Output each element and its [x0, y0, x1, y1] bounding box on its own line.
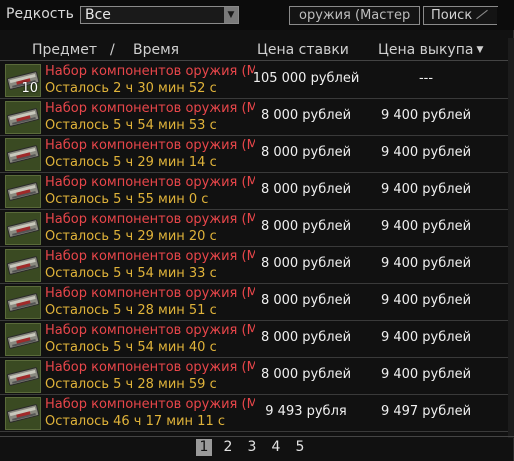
- bid-price: 8 000 рублей: [260, 293, 352, 308]
- time-left: Осталось 5 ч 28 мин 59 с: [45, 377, 217, 392]
- weapon-parts-kit-icon[interactable]: [5, 212, 41, 245]
- item-name[interactable]: Набор компонентов оружия (Мастер: [45, 397, 255, 412]
- bid-price: 8 000 рублей: [260, 367, 352, 382]
- column-header-separator: /: [110, 42, 115, 58]
- bid-price: 8 000 рублей: [260, 219, 352, 234]
- buyout-price: 9 400 рублей: [380, 367, 472, 382]
- item-name[interactable]: Набор компонентов оружия (Мастер: [45, 175, 255, 190]
- listing-row[interactable]: Набор компонентов оружия (Мастер Осталос…: [0, 321, 508, 358]
- footer-divider: [0, 436, 514, 437]
- buyout-price: 9 400 рублей: [380, 108, 472, 123]
- bid-price: 8 000 рублей: [260, 182, 352, 197]
- search-button-corner: [474, 6, 498, 25]
- item-name[interactable]: Набор компонентов оружия (Мастер: [45, 138, 255, 153]
- buyout-price: 9 400 рублей: [380, 145, 472, 160]
- item-name[interactable]: Набор компонентов оружия (Мастер: [45, 101, 255, 116]
- item-name[interactable]: Набор компонентов оружия (Мастер: [45, 212, 255, 227]
- listing-row[interactable]: Набор компонентов оружия (Мастер Осталос…: [0, 358, 508, 395]
- time-left: Осталось 5 ч 54 мин 53 с: [45, 118, 217, 133]
- item-name[interactable]: Набор компонентов оружия (Мастер: [45, 249, 255, 264]
- buyout-price: ---: [418, 71, 434, 86]
- header-divider: [0, 60, 514, 61]
- time-left: Осталось 46 ч 17 мин 11 с: [45, 414, 225, 429]
- listing-row[interactable]: 10 Набор компонентов оружия (Мастер Оста…: [0, 62, 508, 99]
- item-name[interactable]: Набор компонентов оружия (Мастер: [45, 323, 255, 338]
- table-header: Предмет / Время Цена ставки Цена выкупа ▼: [0, 38, 514, 60]
- bid-price: 8 000 рублей: [260, 256, 352, 271]
- weapon-parts-kit-icon[interactable]: [5, 286, 41, 319]
- page-5[interactable]: 5: [292, 439, 308, 456]
- listing-row[interactable]: Набор компонентов оружия (Мастер Осталос…: [0, 173, 508, 210]
- weapon-parts-kit-icon[interactable]: [5, 101, 41, 134]
- time-left: Осталось 5 ч 29 мин 20 с: [45, 229, 217, 244]
- time-left: Осталось 2 ч 30 мин 52 с: [45, 81, 217, 96]
- bid-price: 105 000 рублей: [252, 71, 360, 86]
- listing-row[interactable]: Набор компонентов оружия (Мастер Осталос…: [0, 247, 508, 284]
- listing-row[interactable]: Набор компонентов оружия (Мастер Осталос…: [0, 284, 508, 321]
- buyout-price: 9 400 рублей: [380, 219, 472, 234]
- buyout-price: 9 400 рублей: [380, 182, 472, 197]
- listing-row[interactable]: Набор компонентов оружия (Мастер Осталос…: [0, 136, 508, 173]
- search-input[interactable]: оружия (Мастер: [289, 6, 420, 25]
- bid-price: 8 000 рублей: [260, 108, 352, 123]
- time-left: Осталось 5 ч 29 мин 14 с: [45, 155, 217, 170]
- filter-bar: Редкость Все ▼ оружия (Мастер Поиск: [0, 0, 514, 30]
- item-name[interactable]: Набор компонентов оружия (Мастер: [45, 360, 255, 375]
- rarity-label: Редкость: [6, 6, 74, 22]
- sort-down-icon: ▼: [476, 45, 484, 55]
- weapon-parts-kit-icon[interactable]: [5, 323, 41, 356]
- weapon-parts-kit-icon[interactable]: [5, 138, 41, 171]
- auction-window: Редкость Все ▼ оружия (Мастер Поиск Пред…: [0, 0, 514, 461]
- buyout-price: 9 400 рублей: [380, 330, 472, 345]
- weapon-parts-kit-icon[interactable]: [5, 360, 41, 393]
- time-left: Осталось 5 ч 55 мин 0 с: [45, 192, 209, 207]
- item-name[interactable]: Набор компонентов оружия (Мастер: [45, 64, 255, 79]
- column-header-item[interactable]: Предмет: [32, 42, 97, 58]
- column-header-bid[interactable]: Цена ставки: [257, 42, 349, 58]
- scrollbar[interactable]: [508, 38, 514, 438]
- weapon-parts-kit-icon[interactable]: [5, 175, 41, 208]
- rarity-select-value: Все: [85, 7, 111, 23]
- item-stack-count: 10: [21, 81, 38, 96]
- bid-price: 9 493 рубля: [265, 404, 347, 419]
- page-2[interactable]: 2: [220, 439, 236, 456]
- page-4[interactable]: 4: [268, 439, 284, 456]
- column-header-buyout-label: Цена выкупа: [378, 42, 474, 58]
- page-3[interactable]: 3: [244, 439, 260, 456]
- weapon-parts-kit-icon[interactable]: 10: [5, 64, 41, 97]
- weapon-parts-kit-icon[interactable]: [5, 249, 41, 282]
- page-1[interactable]: 1: [196, 439, 212, 456]
- listing-row[interactable]: Набор компонентов оружия (Мастер Осталос…: [0, 99, 508, 136]
- weapon-parts-kit-icon[interactable]: [5, 397, 41, 430]
- listing-row[interactable]: Набор компонентов оружия (Мастер Осталос…: [0, 210, 508, 247]
- item-name[interactable]: Набор компонентов оружия (Мастер: [45, 286, 255, 301]
- time-left: Осталось 5 ч 54 мин 40 с: [45, 340, 217, 355]
- listing-row[interactable]: Набор компонентов оружия (Мастер Осталос…: [0, 395, 508, 432]
- buyout-price: 9 400 рублей: [380, 293, 472, 308]
- column-header-time[interactable]: Время: [133, 42, 179, 58]
- buyout-price: 9 497 рублей: [380, 404, 472, 419]
- time-left: Осталось 5 ч 28 мин 51 с: [45, 303, 217, 318]
- buyout-price: 9 400 рублей: [380, 256, 472, 271]
- bid-price: 8 000 рублей: [260, 330, 352, 345]
- column-header-buyout[interactable]: Цена выкупа ▼: [378, 42, 483, 58]
- time-left: Осталось 5 ч 54 мин 33 с: [45, 266, 217, 281]
- chevron-down-icon[interactable]: ▼: [224, 7, 238, 23]
- bid-price: 8 000 рублей: [260, 145, 352, 160]
- rarity-select[interactable]: Все ▼: [80, 6, 239, 24]
